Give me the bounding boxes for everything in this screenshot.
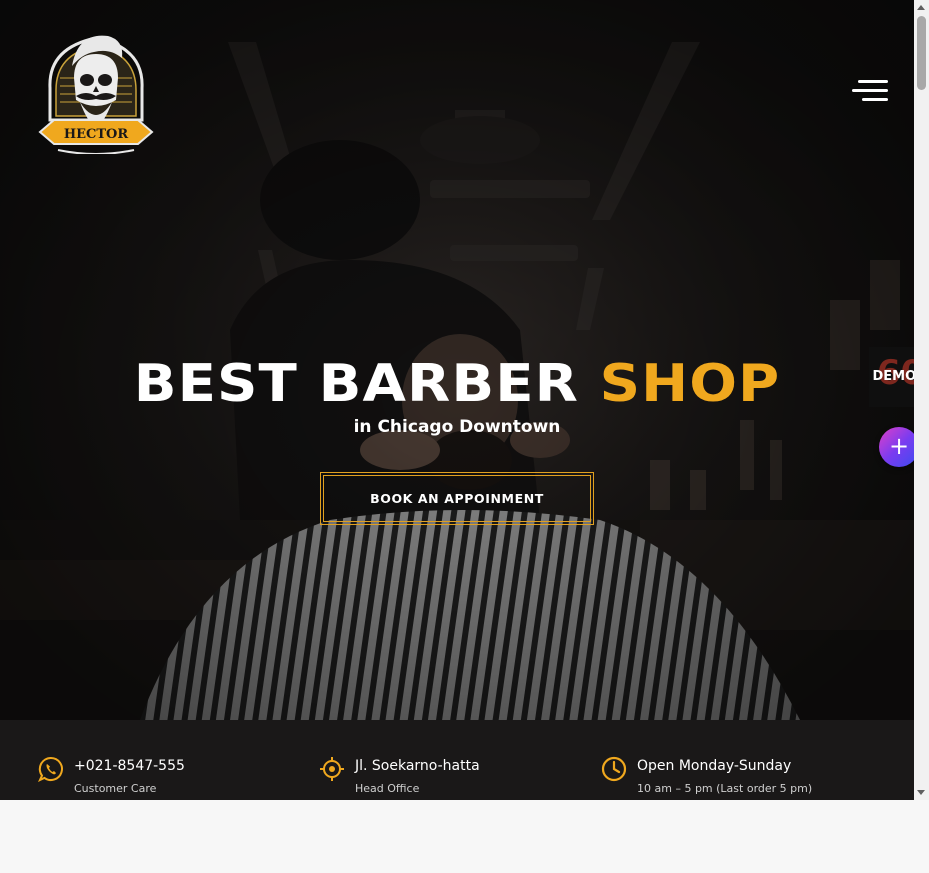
hero-title: BEST BARBER SHOP xyxy=(0,354,914,414)
hero-subtitle: in Chicago Downtown xyxy=(353,417,561,437)
hector-logo[interactable]: HECTOR xyxy=(38,28,154,155)
hero-title-main: BEST BARBER xyxy=(133,354,579,414)
location-target-icon xyxy=(320,757,344,781)
book-appointment-label: BOOK AN APPOINMENT xyxy=(370,491,544,506)
plus-icon: + xyxy=(888,432,910,460)
hours-title: Open Monday-Sunday xyxy=(637,758,792,774)
hero-title-accent: SHOP xyxy=(599,354,781,414)
phone-number[interactable]: +021-8547-555 xyxy=(74,758,185,774)
scroll-up-arrow-icon[interactable] xyxy=(917,5,925,10)
address-caption: Head Office xyxy=(355,782,420,795)
phone-caption: Customer Care xyxy=(74,782,157,795)
hours-caption: 10 am – 5 pm (Last order 5 pm) xyxy=(637,782,813,795)
contact-info-bar: +021-8547-555 Customer Care Jl. Soekarno… xyxy=(0,720,914,800)
logo-text: HECTOR xyxy=(64,127,129,142)
page-viewport: HECTOR BEST BARBER SHOP in Chicago Downt… xyxy=(0,0,914,800)
scroll-down-arrow-icon[interactable] xyxy=(917,790,925,795)
address-text: Jl. Soekarno-hatta xyxy=(355,758,480,774)
hero-section: HECTOR BEST BARBER SHOP in Chicago Downt… xyxy=(0,0,914,720)
hamburger-menu-icon[interactable] xyxy=(852,80,888,106)
plus-button[interactable]: + xyxy=(879,427,919,467)
clock-icon xyxy=(601,756,627,782)
scrollbar-thumb[interactable] xyxy=(917,16,926,90)
whatsapp-icon xyxy=(38,756,63,782)
book-appointment-button[interactable]: BOOK AN APPOINMENT xyxy=(320,472,594,525)
vertical-scrollbar[interactable] xyxy=(914,0,929,800)
